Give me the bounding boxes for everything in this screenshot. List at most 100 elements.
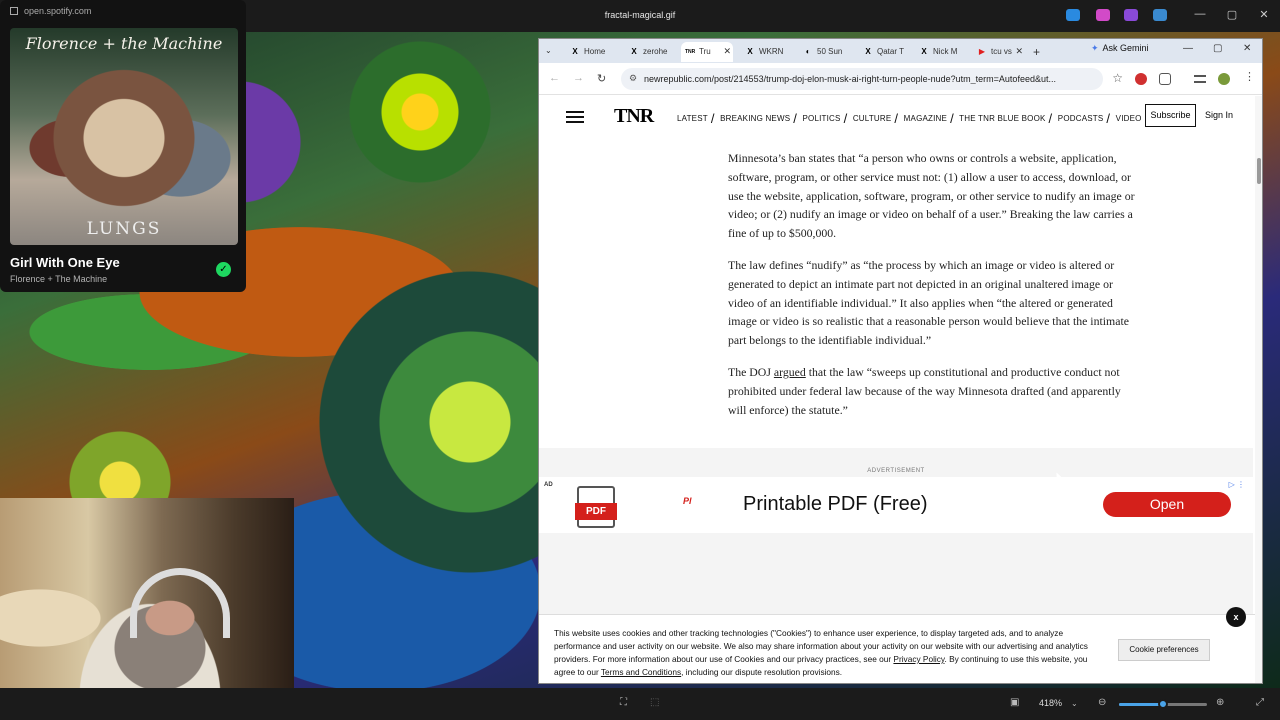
- webcam-overlay: [0, 498, 294, 720]
- nav-separator: /: [843, 111, 848, 126]
- tab-50-sun[interactable]: ◐ 50 Sun: [799, 42, 851, 62]
- privacy-policy-link[interactable]: Privacy Policy: [893, 654, 944, 664]
- tab-label: 50 Sun: [817, 47, 843, 56]
- zoom-level[interactable]: 418%: [1039, 698, 1062, 708]
- ad-headline[interactable]: Printable PDF (Free): [743, 493, 928, 516]
- browser-window: ⌄ X Home Xzerohe TNR Tru ✕ X WKRN ◐ 50 Sun XQ…: [538, 38, 1263, 684]
- liked-check-icon[interactable]: ✓: [216, 262, 231, 277]
- tab-wkrn[interactable]: X WKRN: [741, 42, 791, 62]
- nav-latest[interactable]: LATEST: [677, 114, 708, 123]
- album-art[interactable]: Florence + the Machine LUNGS: [10, 28, 238, 245]
- extension-badge-icon[interactable]: [1135, 73, 1147, 85]
- tab-tnr-active[interactable]: TNR Tru ✕: [681, 42, 733, 62]
- scrollbar-thumb[interactable]: [1257, 158, 1261, 184]
- tab-tcu[interactable]: ▶ tcu vs ✕: [973, 42, 1025, 62]
- article-paragraph: The DOJ argued that the law “sweeps up c…: [728, 363, 1140, 419]
- nav-separator: /: [793, 111, 798, 126]
- site-settings-icon[interactable]: [10, 7, 18, 15]
- youtube-icon: ▶: [978, 47, 986, 56]
- pdf-badge: PDF: [575, 503, 617, 520]
- menu-icon[interactable]: ⋮: [1244, 70, 1255, 83]
- browser-maximize-icon[interactable]: ▢: [1213, 43, 1222, 54]
- sign-in-link[interactable]: Sign In: [1205, 110, 1233, 120]
- back-icon[interactable]: ←: [549, 72, 560, 84]
- browser-minimize-icon[interactable]: —: [1183, 43, 1193, 54]
- tab-qatar[interactable]: X Qatar T: [859, 42, 909, 62]
- cookie-close-button[interactable]: x: [1226, 607, 1246, 627]
- tab-label: zerohe: [643, 47, 668, 56]
- zoom-slider-fill: [1119, 703, 1163, 706]
- site-header: TNR LATEST / BREAKING NEWS / POLITICS / CUL…: [539, 96, 1255, 137]
- zoom-dropdown-icon[interactable]: ⌄: [1071, 699, 1078, 708]
- browser-close-icon[interactable]: ✕: [1243, 43, 1251, 54]
- cookie-text-part: , including our dispute resolution provi…: [681, 667, 843, 677]
- web-page: TNR LATEST / BREAKING NEWS / POLITICS / CUL…: [539, 96, 1255, 683]
- track-artist[interactable]: Florence + The Machine: [10, 274, 107, 284]
- maximize-icon[interactable]: ▢: [1222, 8, 1242, 21]
- tab-close-icon[interactable]: ✕: [723, 46, 731, 57]
- tab-label: Tru: [699, 47, 711, 56]
- nav-culture[interactable]: CULTURE: [853, 114, 892, 123]
- site-logo[interactable]: TNR: [614, 105, 654, 128]
- reload-icon[interactable]: ↻: [597, 72, 606, 85]
- tab-home[interactable]: X Home: [566, 42, 616, 62]
- pdf-file-icon: PDF: [575, 486, 617, 528]
- nav-separator: /: [710, 111, 715, 126]
- nav-politics[interactable]: POLITICS: [803, 114, 841, 123]
- page-scrollbar[interactable]: [1255, 96, 1262, 683]
- spotify-url: open.spotify.com: [24, 6, 92, 16]
- nav-magazine[interactable]: MAGAZINE: [904, 114, 947, 123]
- article-paragraph: The law defines “nudify” as “the process…: [728, 257, 1129, 348]
- nav-breaking-news[interactable]: BREAKING NEWS: [720, 114, 790, 123]
- tab-label: Nick M: [933, 47, 958, 56]
- zoom-in-icon[interactable]: ⊕: [1216, 697, 1224, 708]
- site-info-icon[interactable]: ⚙: [629, 73, 637, 84]
- cloud-off-icon[interactable]: [1153, 9, 1167, 21]
- track-title[interactable]: Girl With One Eye: [10, 255, 120, 270]
- hamburger-menu-icon[interactable]: [566, 111, 584, 123]
- cookie-preferences-button[interactable]: Cookie preferences: [1118, 639, 1210, 661]
- close-icon[interactable]: ✕: [1254, 8, 1274, 21]
- ad-open-button[interactable]: Open: [1103, 492, 1231, 517]
- effects-icon[interactable]: [1096, 9, 1110, 21]
- nav-video[interactable]: VIDEO: [1116, 114, 1142, 123]
- album-artist-text: Florence + the Machine: [25, 34, 223, 53]
- tab-zerohedge[interactable]: Xzerohe: [625, 42, 675, 62]
- subscribe-button[interactable]: Subscribe: [1145, 104, 1196, 127]
- profile-avatar[interactable]: [1218, 73, 1230, 85]
- zoom-slider-knob[interactable]: [1158, 699, 1168, 709]
- nav-blue-book[interactable]: THE TNR BLUE BOOK: [959, 114, 1045, 123]
- tab-search-icon[interactable]: ⌄: [541, 42, 559, 62]
- advertisement-label: ADVERTISEMENT: [867, 468, 925, 474]
- nav-podcasts[interactable]: PODCASTS: [1058, 114, 1104, 123]
- argued-link[interactable]: argued: [774, 365, 806, 379]
- tab-label: Qatar T: [877, 47, 904, 56]
- fullscreen-icon[interactable]: ⛶: [620, 697, 627, 708]
- editor-icon[interactable]: [1066, 9, 1080, 21]
- url-text[interactable]: newrepublic.com/post/214553/trump-doj-el…: [644, 74, 1089, 84]
- spotify-mini-player: open.spotify.com Florence + the Machine …: [0, 0, 246, 292]
- zoom-slider[interactable]: [1119, 699, 1207, 709]
- tab-nick[interactable]: X Nick M: [915, 42, 965, 62]
- ask-gemini-button[interactable]: ✦ Ask Gemini: [1091, 43, 1149, 54]
- extensions-icon[interactable]: [1159, 73, 1171, 85]
- tnr-favicon-icon: TNR: [685, 49, 696, 55]
- new-tab-button[interactable]: +: [1031, 42, 1047, 62]
- ad-banner[interactable]: AD ▷ ⋮ PDF Pl Printable PDF (Free) Open: [539, 477, 1253, 533]
- gemini-label: Ask Gemini: [1102, 43, 1149, 53]
- minimize-icon[interactable]: —: [1190, 8, 1210, 20]
- fit-to-window-icon[interactable]: ▣: [1010, 697, 1019, 708]
- address-bar[interactable]: ⚙ newrepublic.com/post/214553/trump-doj-…: [621, 68, 1123, 90]
- ad-choices-icon[interactable]: ▷ ⋮: [1229, 480, 1245, 489]
- gemini-icon: ✦: [1091, 43, 1099, 53]
- terms-link[interactable]: Terms and Conditions: [601, 667, 681, 677]
- site-nav: LATEST / BREAKING NEWS / POLITICS / CULTURE…: [677, 111, 1142, 126]
- forward-icon[interactable]: →: [573, 72, 584, 84]
- expand-icon[interactable]: ⤢: [1256, 697, 1264, 708]
- tab-close-icon[interactable]: ✕: [1015, 46, 1023, 57]
- bookmark-star-icon[interactable]: ☆: [1112, 71, 1123, 85]
- crop-icon[interactable]: ⬚: [650, 697, 659, 708]
- reading-list-icon[interactable]: [1194, 75, 1206, 83]
- zoom-out-icon[interactable]: ⊖: [1098, 697, 1106, 708]
- clipchamp-icon[interactable]: [1124, 9, 1138, 21]
